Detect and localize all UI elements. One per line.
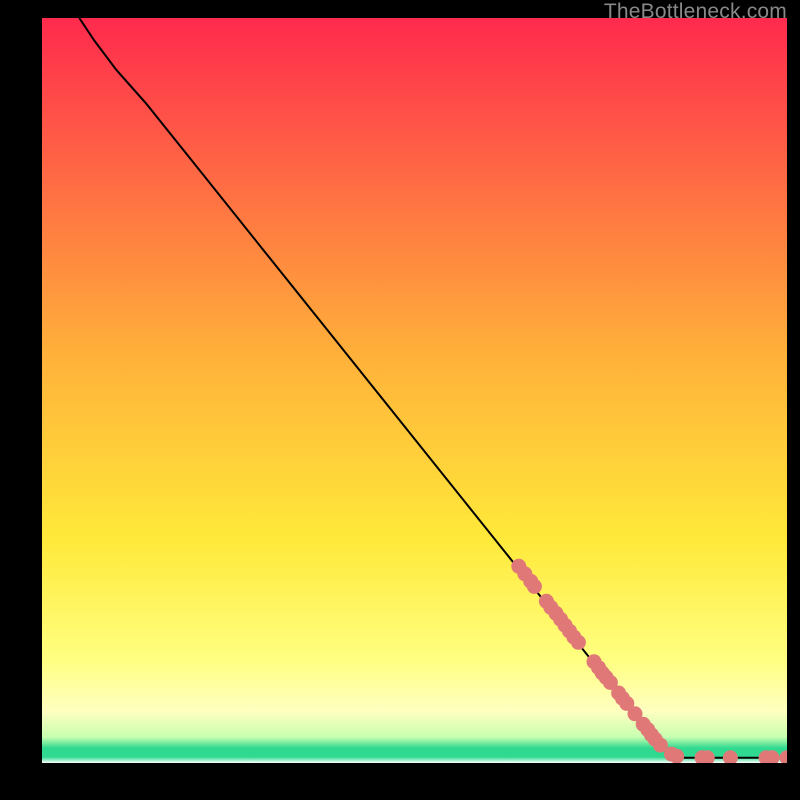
data-marker xyxy=(527,579,542,594)
chart-svg xyxy=(42,18,787,763)
gradient-background xyxy=(42,18,787,763)
data-marker xyxy=(571,635,586,650)
plot-area xyxy=(42,18,787,763)
chart-frame: TheBottleneck.com xyxy=(0,0,800,800)
watermark-text: TheBottleneck.com xyxy=(604,0,787,24)
